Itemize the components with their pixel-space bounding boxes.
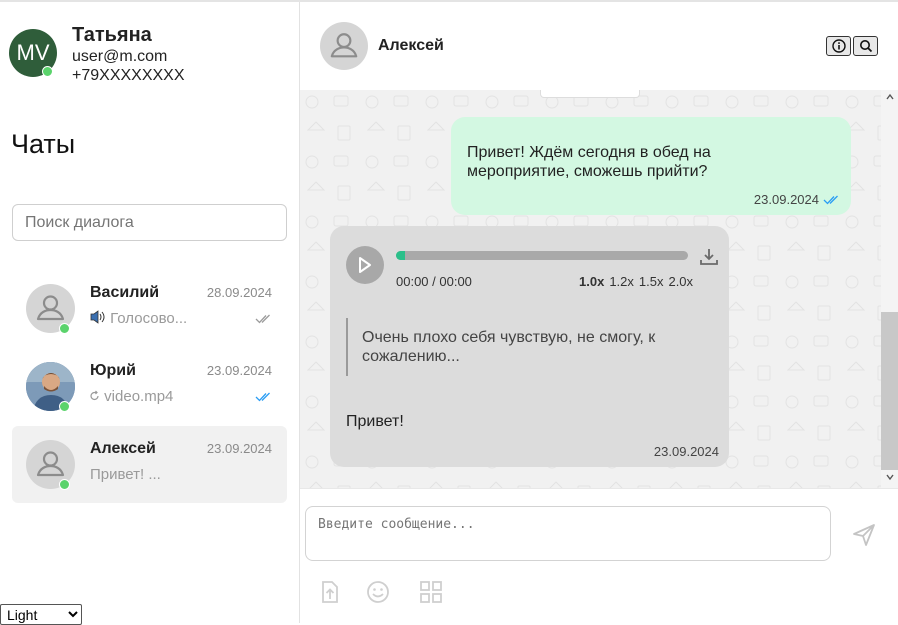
scrollbar[interactable] bbox=[881, 90, 898, 488]
online-indicator bbox=[59, 323, 70, 334]
upload-icon bbox=[322, 581, 338, 603]
speed-option[interactable]: 2.0x bbox=[668, 274, 693, 289]
audio-time: 00:00 / 00:00 bbox=[396, 274, 472, 289]
read-check-icon bbox=[823, 195, 838, 205]
search-button[interactable] bbox=[853, 36, 878, 56]
page-title: Чаты bbox=[11, 129, 76, 159]
upload-button[interactable] bbox=[317, 579, 343, 605]
contact-avatar[interactable] bbox=[320, 22, 368, 70]
download-button[interactable] bbox=[698, 246, 720, 268]
speed-option[interactable]: 1.2x bbox=[609, 274, 634, 289]
chat-date: 23.09.2024 bbox=[206, 363, 272, 378]
profile-phone: +79XXXXXXXX bbox=[72, 67, 185, 84]
online-indicator bbox=[42, 66, 53, 77]
playback-speeds: 1.0x 1.2x 1.5x 2.0x bbox=[579, 274, 693, 289]
profile-email: user@m.com bbox=[72, 48, 168, 65]
quote-text: Очень плохо себя чувствую, не смогу, к с… bbox=[362, 329, 656, 365]
date-separator bbox=[540, 90, 640, 98]
send-button[interactable] bbox=[851, 522, 877, 548]
send-icon bbox=[853, 524, 875, 546]
chat-name: Василий bbox=[90, 284, 160, 301]
speaker-icon bbox=[90, 310, 105, 324]
contact-name: Алексей bbox=[378, 37, 444, 54]
chat-preview: Привет! ... bbox=[90, 466, 161, 483]
header-actions bbox=[826, 36, 878, 56]
message-list[interactable]: Привет! Ждём сегодня в обед на мероприят… bbox=[300, 90, 898, 488]
search-icon bbox=[859, 40, 872, 53]
speed-option[interactable]: 1.0x bbox=[579, 274, 604, 289]
chat-name: Алексей bbox=[90, 440, 156, 457]
scroll-down-arrow[interactable] bbox=[881, 472, 898, 486]
online-indicator bbox=[59, 479, 70, 490]
chat-item-yuri[interactable]: Юрий 23.09.2024 video.mp4 bbox=[12, 348, 287, 425]
scroll-thumb[interactable] bbox=[881, 312, 898, 470]
chat-item-aleksey[interactable]: Алексей 23.09.2024 Привет! ... bbox=[12, 426, 287, 503]
audio-progress[interactable] bbox=[396, 251, 688, 260]
composer bbox=[300, 488, 898, 623]
chat-preview: Голосово... bbox=[90, 310, 187, 327]
conversation-header: Алексей bbox=[300, 2, 898, 90]
scroll-up-arrow[interactable] bbox=[881, 92, 898, 106]
message-time: 23.09.2024 bbox=[753, 192, 819, 207]
search-input[interactable] bbox=[12, 204, 287, 241]
widgets-button[interactable] bbox=[418, 579, 444, 605]
quoted-message[interactable]: Очень плохо себя чувствую, не смогу, к с… bbox=[346, 318, 706, 376]
profile-initials: MV bbox=[16, 40, 50, 65]
message-input[interactable] bbox=[305, 506, 831, 561]
chat-date: 28.09.2024 bbox=[206, 285, 272, 300]
message-text: Привет! Ждём сегодня в обед на мероприят… bbox=[467, 144, 711, 180]
chat-preview: video.mp4 bbox=[90, 388, 173, 405]
emoji-button[interactable] bbox=[365, 579, 391, 605]
info-button[interactable] bbox=[826, 36, 851, 56]
chat-name: Юрий bbox=[90, 362, 136, 379]
profile-name: Татьяна bbox=[72, 24, 152, 46]
profile-avatar[interactable]: MV bbox=[9, 29, 57, 77]
online-indicator bbox=[59, 401, 70, 412]
incoming-message[interactable]: 00:00 / 00:00 1.0x 1.2x 1.5x 2.0x Очень … bbox=[330, 226, 729, 467]
audio-progress-fill bbox=[396, 251, 405, 260]
delivered-check-icon bbox=[255, 314, 270, 324]
chat-item-vasily[interactable]: Василий 28.09.2024 Голосово... bbox=[12, 270, 287, 347]
message-time: 23.09.2024 bbox=[653, 444, 719, 459]
download-icon bbox=[700, 249, 718, 265]
info-icon bbox=[831, 39, 846, 53]
speed-option[interactable]: 1.5x bbox=[639, 274, 664, 289]
message-text: Привет! bbox=[346, 413, 404, 430]
play-icon bbox=[359, 257, 371, 273]
refresh-icon bbox=[90, 390, 99, 401]
chat-date: 23.09.2024 bbox=[206, 441, 272, 456]
emoji-icon bbox=[367, 581, 389, 603]
play-button[interactable] bbox=[346, 246, 384, 284]
user-placeholder-icon bbox=[330, 33, 358, 58]
theme-select[interactable]: Light bbox=[0, 604, 82, 625]
sidebar: MV Татьяна user@m.com +79XXXXXXXX Чаты В… bbox=[0, 2, 299, 625]
widgets-icon bbox=[420, 581, 442, 603]
read-check-icon bbox=[255, 392, 270, 402]
outgoing-message[interactable]: Привет! Ждём сегодня в обед на мероприят… bbox=[451, 117, 851, 215]
